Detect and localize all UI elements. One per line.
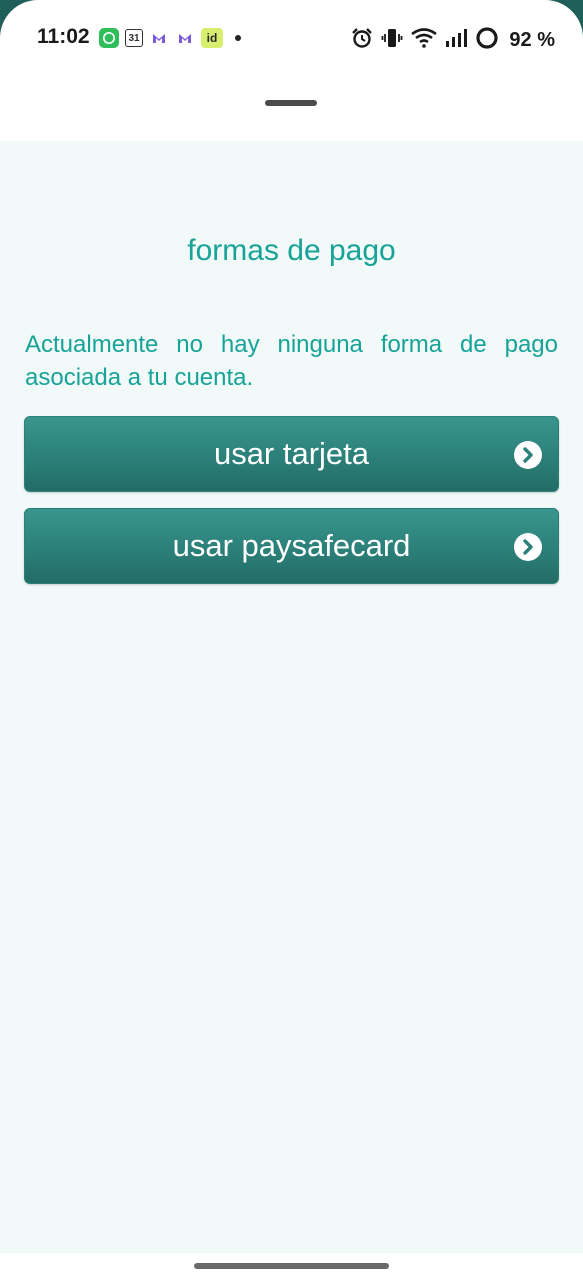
payment-methods-sheet: formas de pago Actualmente no hay ningun… [0, 141, 583, 1253]
use-card-button[interactable]: usar tarjeta [24, 416, 559, 492]
status-bar: 11:02 31 id 92 % [0, 0, 583, 78]
screen: 11:02 31 id 92 % formas de pago Actualme… [0, 0, 583, 1280]
mail-icon [149, 28, 169, 48]
chevron-right-icon [514, 533, 542, 561]
page-title: formas de pago [187, 234, 396, 267]
id-app-icon: id [201, 28, 223, 48]
signal-icon [445, 28, 468, 53]
sheet-drag-handle[interactable] [265, 100, 317, 106]
no-payment-method-message: Actualmente no hay ninguna forma de pago… [25, 331, 558, 391]
home-indicator[interactable] [194, 1263, 389, 1269]
mail-icon [175, 28, 195, 48]
calendar-icon: 31 [125, 29, 143, 47]
status-time: 11:02 [37, 25, 90, 48]
use-paysafecard-button[interactable]: usar paysafecard [24, 508, 559, 584]
wifi-icon [411, 28, 438, 53]
alarm-icon [351, 27, 373, 54]
more-dot-icon [235, 35, 241, 41]
chevron-right-icon [514, 441, 542, 469]
navigation-bar [0, 1253, 583, 1280]
battery-percentage: 92 % [509, 29, 555, 51]
system-icons: 92 % [351, 26, 555, 55]
vibrate-icon [381, 27, 403, 54]
use-card-button-label: usar tarjeta [213, 436, 370, 471]
use-paysafecard-button-label: usar paysafecard [172, 528, 411, 563]
notification-icons: 31 id [99, 28, 241, 48]
whatsapp-icon [99, 28, 119, 48]
battery-ring-icon [475, 26, 499, 55]
